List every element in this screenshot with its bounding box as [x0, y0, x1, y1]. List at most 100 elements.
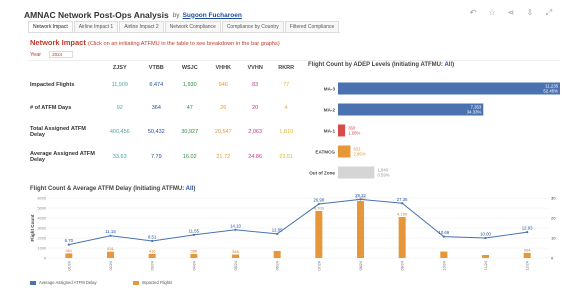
- x-tick-label: 03/24: [151, 261, 155, 271]
- flight-bar[interactable]: [190, 254, 198, 258]
- table-cell[interactable]: 20: [240, 96, 270, 119]
- table-cell[interactable]: 33.63: [100, 144, 140, 169]
- tab-airline-impact-1[interactable]: Airline Impact 1: [73, 21, 119, 32]
- adep-percent-label: 34.33%: [467, 110, 482, 115]
- section-title: Network Impact (Click on an initiating A…: [30, 38, 280, 47]
- combo-legend: Average Assigned ATFM Delay Impacted Fli…: [30, 280, 172, 285]
- legend-item-flights[interactable]: Impacted Flights: [132, 280, 173, 285]
- adep-bar[interactable]: [338, 124, 346, 137]
- col-header[interactable]: RKRR: [270, 62, 302, 73]
- divider: [28, 60, 560, 61]
- table-cell[interactable]: 30,927: [173, 119, 206, 144]
- table-cell[interactable]: 24.86: [240, 144, 270, 169]
- table-cell[interactable]: 83: [240, 73, 270, 96]
- y-tick-label: 5000: [38, 207, 46, 211]
- adep-bar[interactable]: [338, 166, 375, 179]
- table-cell[interactable]: 23.51: [270, 144, 302, 169]
- y-tick-label: 2000: [38, 237, 46, 241]
- flight-bar[interactable]: [440, 251, 448, 258]
- y-tick-label: 1000: [38, 247, 46, 251]
- download-icon[interactable]: ⇩: [525, 8, 535, 18]
- flight-bar[interactable]: [357, 201, 364, 258]
- x-tick-label: 10/24: [442, 261, 446, 271]
- flight-bar[interactable]: [232, 254, 239, 258]
- table-cell[interactable]: 20,547: [207, 119, 240, 144]
- line-value-label: 11.15: [105, 229, 116, 234]
- tab-network-compliance[interactable]: Network Compliance: [164, 21, 221, 32]
- line-value-label: 8.51: [148, 234, 157, 239]
- table-row: Total Assigned ATFM Delay 400,456 50,432…: [28, 119, 302, 144]
- col-header[interactable]: VHHK: [207, 62, 240, 73]
- bar-value-label: 396: [190, 249, 197, 254]
- legend-label-flights: Impacted Flights: [141, 280, 173, 285]
- col-header[interactable]: ZJSY: [100, 62, 140, 73]
- expand-icon[interactable]: ⤢: [544, 8, 554, 18]
- adep-bar[interactable]: [338, 103, 484, 116]
- table-cell[interactable]: 1,810: [270, 119, 302, 144]
- adep-bar[interactable]: [338, 145, 351, 158]
- x-tick-label: 12/24: [526, 261, 530, 271]
- legend-item-delay[interactable]: Average Assigned ATFM Delay: [30, 280, 97, 285]
- adep-bar[interactable]: [338, 82, 560, 95]
- table-cell[interactable]: 47: [173, 96, 206, 119]
- table-cell[interactable]: 92: [100, 96, 140, 119]
- table-cell[interactable]: 7.79: [140, 144, 173, 169]
- star-icon[interactable]: ☆: [487, 8, 497, 18]
- delay-point: [276, 232, 279, 235]
- adep-category-label: MA-1: [324, 129, 336, 134]
- by-text: by: [172, 11, 180, 19]
- flight-bar[interactable]: [148, 253, 156, 258]
- dashboard-tabs: Network Impact Airline Impact 1 Airline …: [28, 21, 341, 33]
- y-tick-label: 3000: [38, 227, 46, 231]
- x-tick-label: 02/24: [109, 261, 113, 271]
- adep-title-filter: All: [444, 62, 453, 68]
- author-link[interactable]: Sugoon Fucharoen: [183, 12, 242, 19]
- flight-bar[interactable]: [523, 252, 531, 258]
- table-cell[interactable]: 6,474: [140, 73, 173, 96]
- undo-icon[interactable]: ↶: [468, 8, 478, 18]
- col-header[interactable]: WSJC: [173, 62, 206, 73]
- share-icon[interactable]: ⋖: [506, 8, 516, 18]
- x-tick-label: 08/24: [359, 261, 363, 271]
- delay-point: [192, 233, 195, 236]
- table-cell[interactable]: 1,930: [173, 73, 206, 96]
- combo-chart: 0 1000 2000 3000 4000 5000 6000 0 10 20 30 Flight C…: [30, 193, 556, 271]
- adep-bar-chart: MA-311,23552.45%MA-27,35334.33%MA-13601.…: [309, 82, 560, 179]
- app-title: AMNAC Network Post-Ops Analysis: [24, 10, 169, 20]
- table-cell[interactable]: 16.02: [173, 144, 206, 169]
- table-cell[interactable]: 4: [270, 96, 302, 119]
- table-cell[interactable]: 77: [270, 73, 302, 96]
- table-cell[interactable]: 364: [140, 96, 173, 119]
- table-cell[interactable]: 21.72: [207, 144, 240, 169]
- table-cell[interactable]: 946: [207, 73, 240, 96]
- y2-tick-label: 30: [551, 196, 556, 201]
- flight-bar[interactable]: [273, 251, 281, 258]
- flight-bar[interactable]: [398, 217, 406, 258]
- row-label: Average Assigned ATFM Delay: [30, 150, 95, 163]
- table-cell[interactable]: 11,909: [100, 73, 140, 96]
- table-cell[interactable]: 400,456: [100, 119, 140, 144]
- tab-airline-impact-2[interactable]: Airline Impact 2: [119, 21, 164, 32]
- flight-bar[interactable]: [65, 253, 73, 258]
- flight-bar[interactable]: [315, 211, 323, 258]
- table-cell[interactable]: 26: [207, 96, 240, 119]
- y2-tick-label: 10: [551, 236, 556, 241]
- tab-network-impact[interactable]: Network Impact: [28, 21, 73, 32]
- table-cell[interactable]: 50,432: [140, 119, 173, 144]
- table-cell[interactable]: 2,063: [240, 119, 270, 144]
- tab-compliance-by-country[interactable]: Compliance by Country: [221, 21, 284, 32]
- table-row: Impacted Flights 11,909 6,474 1,930 946 …: [28, 73, 302, 96]
- x-tick-label: 05/24: [234, 261, 238, 271]
- x-tick-label: 04/24: [192, 261, 196, 271]
- adep-category-label: MA-2: [324, 108, 336, 113]
- flight-bar[interactable]: [482, 255, 489, 258]
- table-header-blank: [28, 62, 100, 73]
- title-bar: AMNAC Network Post-Ops Analysis by Sugoo…: [24, 8, 564, 22]
- col-header[interactable]: VVHN: [240, 62, 270, 73]
- flight-bar[interactable]: [107, 251, 114, 258]
- tab-filtered-compliance[interactable]: Filtered Compliance: [284, 21, 340, 32]
- x-tick-label: 07/24: [317, 261, 321, 271]
- col-header[interactable]: VTBB: [140, 62, 173, 73]
- delay-point: [359, 198, 362, 201]
- year-select[interactable]: 2024: [49, 51, 74, 58]
